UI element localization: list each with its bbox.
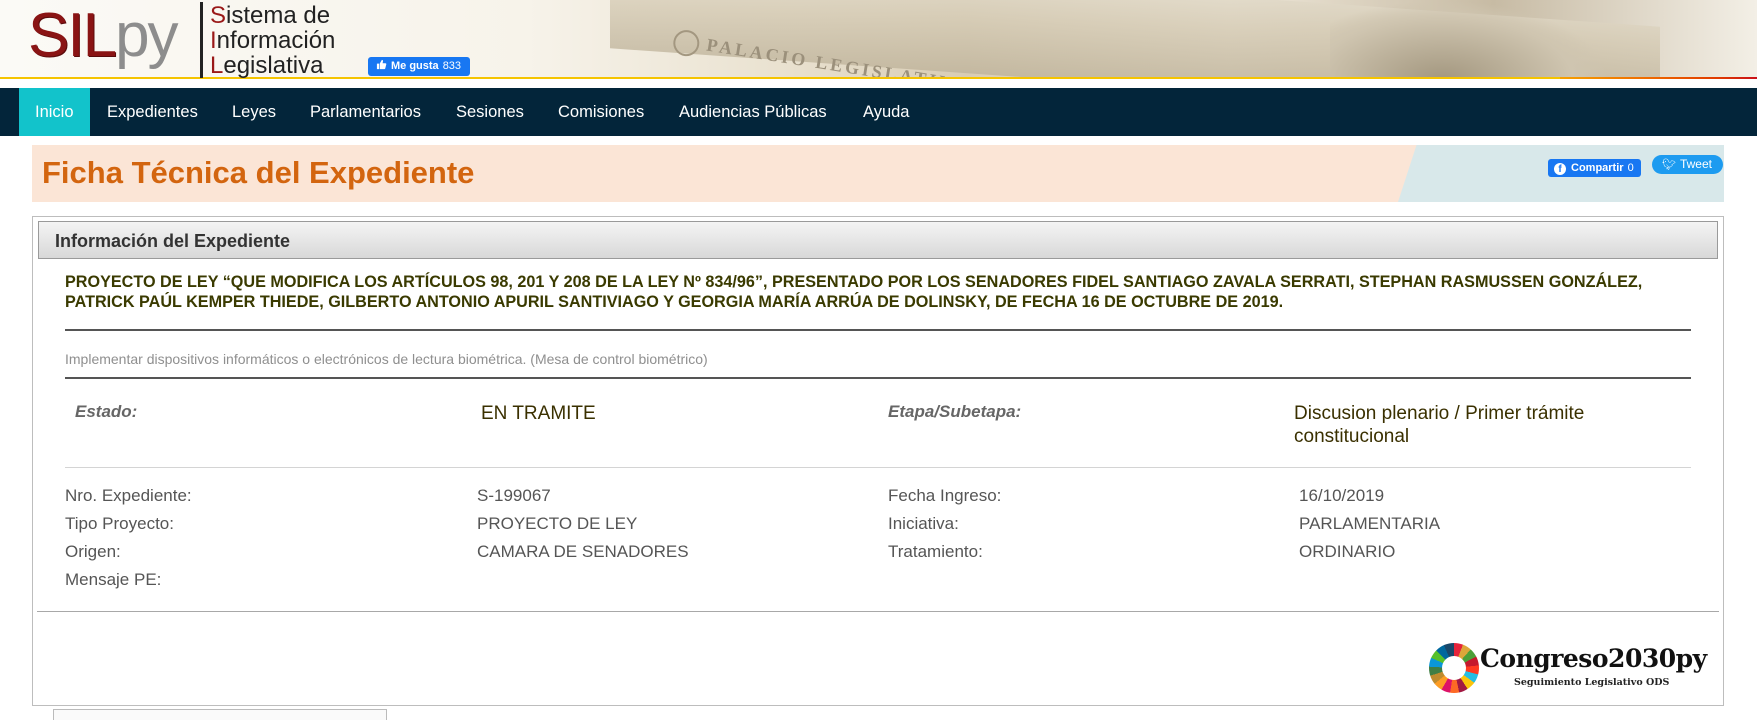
silpy-logo[interactable]: SILpy (28, 1, 179, 70)
system-name-cap-3: L (210, 52, 224, 79)
share-label: Compartir (1571, 162, 1624, 174)
twitter-bird-icon: 🐦︎ (1662, 159, 1676, 171)
logo-sil: SIL (28, 1, 117, 70)
system-name-line-3: Legislativa (210, 53, 335, 78)
expediente-panel: Información del Expediente PROYECTO DE L… (32, 216, 1724, 706)
building-emblem-icon (671, 28, 702, 59)
nav-item-inicio[interactable]: Inicio (19, 88, 90, 136)
system-name-cap-2: I (210, 27, 217, 54)
ods-logo-subtitle: Seguimiento Legislativo ODS (1514, 677, 1670, 688)
iniciativa-label: Iniciativa: (888, 514, 959, 533)
system-name-rest-3: egislativa (223, 52, 324, 79)
estado-value: EN TRAMITE (481, 403, 596, 424)
page-title-bar: Ficha Técnica del Expediente (32, 145, 1724, 202)
page-title: Ficha Técnica del Expediente (42, 155, 475, 190)
congreso2030py-logo[interactable]: Congreso2030py Seguimiento Legislativo O… (1429, 640, 1707, 696)
tipo-proyecto-label: Tipo Proyecto: (65, 514, 174, 533)
tweet-label: Tweet (1679, 157, 1712, 171)
system-name-cap-1: S (210, 2, 227, 29)
project-title: PROYECTO DE LEY “QUE MODIFICA LOS ARTÍCU… (65, 273, 1643, 311)
banner-stripe-orange (1560, 77, 1757, 79)
share-count: 0 (1627, 162, 1634, 174)
system-name-rest-1: istema de (226, 2, 331, 29)
bottom-tab[interactable] (53, 709, 387, 720)
system-name: Sistema de Información Legislativa (210, 3, 335, 78)
nav-item-comisiones[interactable]: Comisiones (542, 88, 660, 136)
origen-label: Origen: (65, 542, 121, 561)
logo-separator (200, 2, 203, 78)
sdg-wheel-icon (1429, 643, 1479, 693)
project-summary: Implementar dispositivos informáticos o … (65, 351, 708, 367)
facebook-share-button[interactable]: f Compartir 0 (1548, 159, 1641, 177)
facebook-like-label: Me gusta (391, 60, 439, 72)
facebook-like-button[interactable]: Me gusta 833 (368, 57, 471, 76)
system-name-line-1: Sistema de (210, 3, 335, 28)
nav-item-sesiones[interactable]: Sesiones (440, 88, 540, 136)
nav-item-ayuda[interactable]: Ayuda (847, 88, 926, 136)
etapa-value: Discusion plenario / Primer trámite cons… (1294, 403, 1585, 447)
ods-logo-name: Congreso2030py (1480, 644, 1707, 673)
nro-expediente-value: S-199067 (477, 486, 551, 505)
nav-item-parlamentarios[interactable]: Parlamentarios (294, 88, 437, 136)
fecha-ingreso-value: 16/10/2019 (1299, 486, 1385, 505)
facebook-like-count: 833 (442, 60, 462, 72)
divider (65, 467, 1691, 468)
nro-expediente-label: Nro. Expediente: (65, 486, 192, 505)
etapa-label: Etapa/Subetapa: (888, 402, 1022, 421)
mensaje-pe-label: Mensaje PE: (65, 570, 162, 589)
system-name-rest-2: nformación (216, 27, 336, 54)
banner-column-image (1330, 0, 1610, 79)
divider (65, 329, 1691, 331)
main-nav: Inicio Expedientes Leyes Parlamentarios … (0, 88, 1757, 136)
panel-header: Información del Expediente (38, 221, 1718, 259)
nav-item-expedientes[interactable]: Expedientes (91, 88, 214, 136)
divider (37, 611, 1719, 612)
logo-py: py (115, 1, 179, 70)
fecha-ingreso-label: Fecha Ingreso: (888, 486, 1002, 505)
estado-label: Estado: (75, 402, 138, 421)
divider (65, 377, 1691, 379)
nav-item-leyes[interactable]: Leyes (216, 88, 292, 136)
panel-heading: Información del Expediente (55, 231, 291, 251)
tratamiento-label: Tratamiento: (888, 542, 983, 561)
thumbs-up-icon (376, 59, 387, 70)
tweet-button[interactable]: 🐦︎ Tweet (1652, 155, 1723, 174)
origen-value: CAMARA DE SENADORES (477, 542, 689, 561)
nav-item-audiencias-publicas[interactable]: Audiencias Públicas (663, 88, 843, 136)
header-banner: PALACIO LEGISLATIVO SILpy Sistema de Inf… (0, 0, 1757, 79)
iniciativa-value: PARLAMENTARIA (1299, 514, 1441, 533)
tratamiento-value: ORDINARIO (1299, 542, 1396, 561)
facebook-icon: f (1554, 163, 1566, 175)
system-name-line-2: Información (210, 28, 335, 53)
tipo-proyecto-value: PROYECTO DE LEY (477, 514, 638, 533)
